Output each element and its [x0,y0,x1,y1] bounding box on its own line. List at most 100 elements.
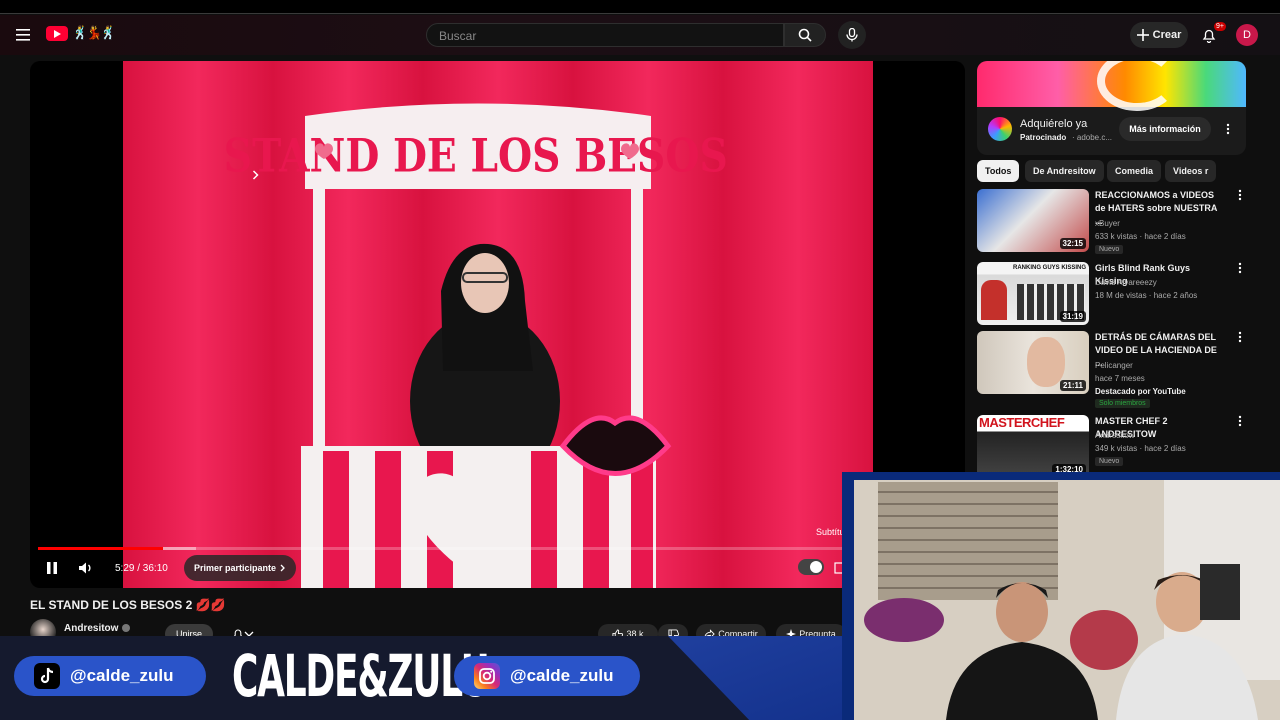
plus-icon [1136,29,1149,41]
chapter-label: Primer participante [194,563,277,573]
bell-icon [1202,29,1216,43]
recommendation-meta: 349 k vistas · hace 2 días [1095,444,1186,453]
recommendation-channel[interactable]: Pelicanger [1095,361,1133,370]
chevron-right-icon [252,170,259,180]
members-only-badge: Solo miembros [1095,399,1150,408]
more-vert-icon [1226,123,1230,135]
chip-todos[interactable]: Todos [977,160,1020,182]
volume-icon [79,562,91,574]
webcam-feed [854,480,1280,720]
duration-badge: 32:15 [1059,238,1086,249]
purple-chair [864,598,944,642]
chip-videos[interactable]: Videos r [1165,160,1217,182]
webcam-overlay [842,472,1280,720]
notification-badge: 9+ [1214,22,1226,31]
logo-doodle: 🕺💃🕺 [72,25,117,40]
ad-more-info-button[interactable]: Más información [1119,117,1211,141]
create-button[interactable]: Crear [1130,22,1188,48]
chevron-right-icon [280,564,285,572]
video-thumbnail[interactable]: 21:11 [977,331,1089,394]
voice-search-button[interactable] [838,21,866,49]
featured-label: Destacado por YouTube [1095,387,1186,396]
menu-button[interactable] [10,23,36,47]
notifications-button[interactable]: 9+ [1196,22,1226,48]
progress-played [38,547,163,550]
search-icon [798,28,812,42]
search-input[interactable]: Buscar [426,23,784,47]
new-badge: Nuevo [1095,245,1124,254]
instagram-icon [474,663,500,689]
search-button[interactable] [784,23,826,47]
hamburger-icon [16,29,30,41]
recommendation-menu-button[interactable] [1235,189,1245,205]
top-black-strip [0,0,1280,14]
recommendation-channel[interactable]: Andresitow [1095,431,1135,440]
pause-button[interactable] [42,557,62,579]
monitor [1200,564,1240,620]
booth-sign-text: STAND DE LOS BESOS [224,129,728,183]
filter-chips: Todos De Andresitow Comedia Videos r [977,160,1240,182]
duration-badge: 31:19 [1059,311,1086,322]
tiktok-icon [34,663,60,689]
time-display: 5:29 / 36:10 [115,563,168,574]
chapter-button[interactable]: Primer participante [184,555,297,581]
ad-menu-button[interactable] [1221,119,1235,139]
tiktok-handle-pill: @calde_zulu [14,656,206,696]
video-thumbnail[interactable]: 32:15 [977,189,1089,252]
autoplay-toggle[interactable] [798,559,824,575]
chip-comedia[interactable]: Comedia [1107,160,1162,182]
recommendation-menu-button[interactable] [1235,262,1245,278]
tiktok-handle: @calde_zulu [70,666,174,685]
instagram-handle: @calde_zulu [510,666,614,685]
video-frame[interactable]: STAND DE LOS BESOS [123,61,873,588]
youtube-play-icon [46,25,68,41]
ad-card[interactable]: Adquiérelo ya Patrocinado · adobe.c... M… [977,61,1246,155]
player-controls: 5:29 / 36:10 Primer participante [30,555,965,583]
more-vert-icon [1238,262,1242,274]
instagram-handle-pill: @calde_zulu [454,656,640,696]
video-scene: STAND DE LOS BESOS [123,61,873,588]
autoplay-knob [810,561,822,573]
red-chair [1070,610,1138,670]
video-thumbnail[interactable]: MASTERCHEF 1:32:10 [977,415,1089,478]
recommendation-channel[interactable]: xBuyer [1095,219,1120,228]
masthead: 🕺💃🕺 Buscar Crear 9+ D [0,15,1280,55]
person-left-head [996,582,1048,642]
video-title: EL STAND DE LOS BESOS 2 💋💋 [30,598,226,612]
app-window: { "header": { "search_placeholder": "Bus… [0,0,1280,720]
ad-sponsored-label: Patrocinado [1020,133,1067,142]
create-label: Crear [1152,29,1182,41]
recommendation-item[interactable]: 32:15 REACCIONAMOS a VIDEOS de HATERS so… [977,189,1245,255]
video-thumbnail[interactable]: RANKING GUYS KISSING 31:19 [977,262,1089,325]
recommendation-item[interactable]: RANKING GUYS KISSING 31:19 Girls Blind R… [977,262,1245,328]
duration-badge: 21:11 [1059,380,1086,391]
new-badge: Nuevo [1095,457,1124,466]
chips-next-button[interactable] [248,168,262,182]
recommendation-menu-button[interactable] [1235,415,1245,431]
webcam-scene [854,480,1280,720]
recommendation-meta: hace 7 meses [1095,374,1145,383]
recommendation-meta: 633 k vistas · hace 2 días [1095,232,1186,241]
pause-icon [47,562,57,574]
recommendation-channel[interactable]: David Alvareeezy [1095,278,1157,287]
progress-bar[interactable] [38,547,868,550]
ad-banner-image[interactable] [977,61,1246,111]
more-vert-icon [1238,189,1242,201]
microphone-icon [846,28,858,42]
ad-title[interactable]: Adquiérelo ya [1020,118,1087,130]
thumbnail-text: RANKING GUYS KISSING [1013,265,1087,271]
thumbnail-text: MASTERCHEF [979,415,1065,430]
channel-name[interactable]: Andresitow [64,623,118,634]
recommendation-menu-button[interactable] [1235,331,1245,347]
volume-button[interactable] [76,557,96,579]
verified-icon [122,624,130,632]
brand-logo-text: CALDE&ZULU [232,642,490,710]
account-avatar[interactable]: D [1236,24,1258,46]
adobe-icon [988,117,1012,141]
recommendation-item[interactable]: 21:11 DETRÁS DE CÁMARAS DEL VIDEO DE LA … [977,331,1245,411]
youtube-logo[interactable]: 🕺💃🕺 [46,25,117,41]
video-player[interactable]: STAND DE LOS BESOS Subtítulos 5:29 / 36:… [30,61,965,588]
chip-de-andresitow[interactable]: De Andresitow [1025,160,1104,182]
more-vert-icon [1238,331,1242,343]
more-vert-icon [1238,415,1242,427]
